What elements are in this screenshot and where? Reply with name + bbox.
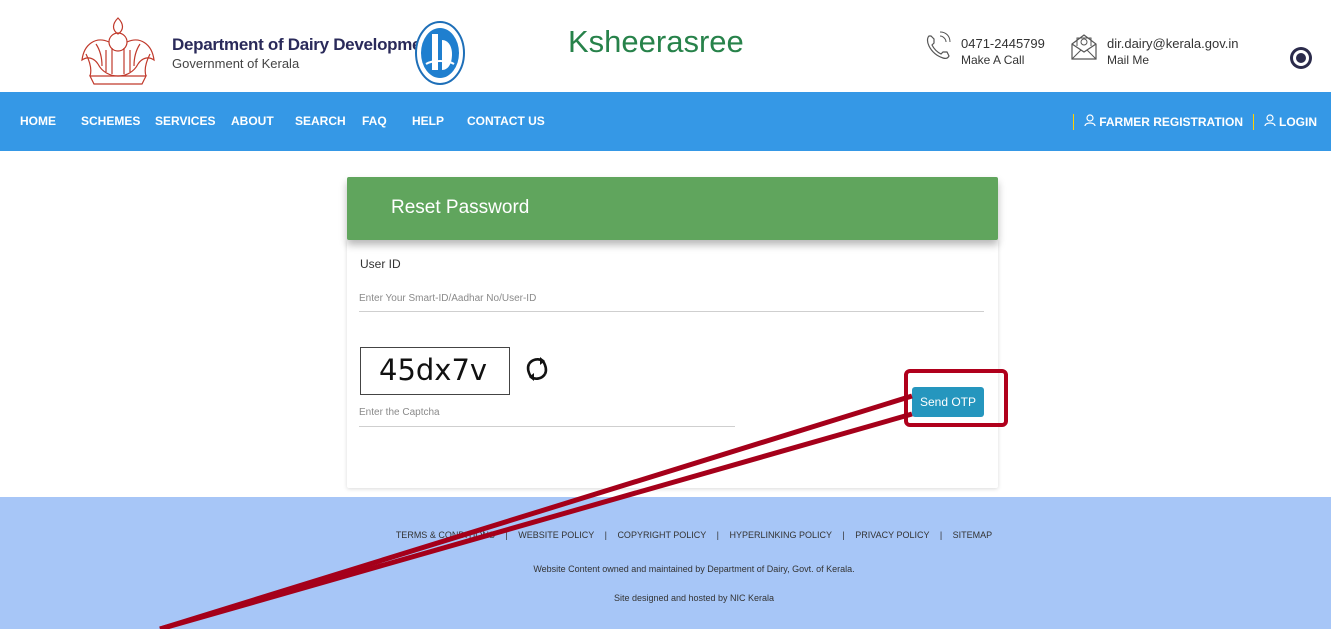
user-icon [1264, 114, 1276, 126]
kerala-emblem-icon [81, 17, 155, 85]
phone-number[interactable]: 0471-2445799 [961, 36, 1045, 52]
department-block: Department of Dairy Development Governme… [172, 35, 437, 71]
user-id-label: User ID [360, 257, 401, 271]
nav-separator [1253, 113, 1254, 130]
nav-item-help[interactable]: HELP [412, 92, 444, 151]
login-label: LOGIN [1279, 115, 1317, 129]
nav-item-search[interactable]: SEARCH [295, 92, 346, 151]
accessibility-icon[interactable] [1290, 47, 1312, 69]
reset-password-card-header: Reset Password [347, 177, 998, 240]
email-address[interactable]: dir.dairy@kerala.gov.in [1107, 36, 1238, 52]
footer-link-sitemap[interactable]: SITEMAP [953, 530, 993, 540]
login-link[interactable]: LOGIN [1264, 114, 1317, 129]
department-title: Department of Dairy Development [172, 35, 437, 54]
nav-item-home[interactable]: HOME [20, 92, 56, 151]
email-contact[interactable]: dir.dairy@kerala.gov.in Mail Me [1069, 30, 1238, 68]
nav-item-faq[interactable]: FAQ [362, 92, 387, 151]
nav-item-schemes[interactable]: SCHEMES [81, 92, 140, 151]
nav-separator [1073, 113, 1075, 130]
phone-caption: Make A Call [961, 53, 1025, 67]
site-footer [0, 497, 1331, 629]
footer-ownership-text: Website Content owned and maintained by … [533, 564, 855, 574]
footer-hosting-text: Site designed and hosted by NIC Kerala [613, 593, 775, 603]
footer-links: TERMS & CONDITIONS | WEBSITE POLICY | CO… [0, 530, 1331, 540]
footer-separator: | [939, 530, 943, 540]
mail-icon [1071, 34, 1097, 60]
site-header: Department of Dairy Development Governme… [0, 0, 1331, 92]
site-title: Ksheerasree [568, 24, 744, 59]
phone-icon [926, 31, 951, 59]
send-otp-button[interactable]: Send OTP [912, 387, 984, 417]
nav-item-services[interactable]: SERVICES [155, 92, 215, 151]
footer-separator: | [604, 530, 607, 540]
user-id-input[interactable] [359, 286, 984, 312]
department-subtitle: Government of Kerala [172, 56, 300, 71]
footer-link-copyright-policy[interactable]: COPYRIGHT POLICY [617, 530, 706, 540]
reset-password-title: Reset Password [391, 197, 530, 218]
captcha-input[interactable] [359, 399, 735, 427]
footer-link-terms[interactable]: TERMS & CONDITIONS [396, 530, 495, 540]
nav-account-links: FARMER REGISTRATION LOGIN [1073, 92, 1317, 151]
captcha-image: 45dx7v [360, 347, 510, 395]
footer-separator: | [716, 530, 719, 540]
nav-item-contact-us[interactable]: CONTACT US [467, 92, 545, 151]
footer-separator: | [842, 530, 845, 540]
user-icon [1084, 114, 1096, 126]
captcha-text: 45dx7v [379, 353, 488, 387]
footer-link-hyperlinking-policy[interactable]: HYPERLINKING POLICY [730, 530, 832, 540]
nav-item-about[interactable]: ABOUT [231, 92, 274, 151]
footer-link-website-policy[interactable]: WEBSITE POLICY [518, 530, 594, 540]
phone-contact[interactable]: 0471-2445799 Make A Call [923, 30, 1045, 68]
dairy-department-logo-icon [415, 21, 465, 85]
footer-link-privacy-policy[interactable]: PRIVACY POLICY [855, 530, 929, 540]
main-navigation: HOME SCHEMES SERVICES ABOUT SEARCH FAQ H… [0, 92, 1331, 151]
farmer-registration-link[interactable]: FARMER REGISTRATION [1084, 114, 1243, 129]
farmer-registration-label: FARMER REGISTRATION [1099, 115, 1243, 129]
refresh-captcha-icon[interactable] [522, 354, 552, 384]
footer-separator: | [505, 530, 508, 540]
email-caption: Mail Me [1107, 53, 1150, 67]
